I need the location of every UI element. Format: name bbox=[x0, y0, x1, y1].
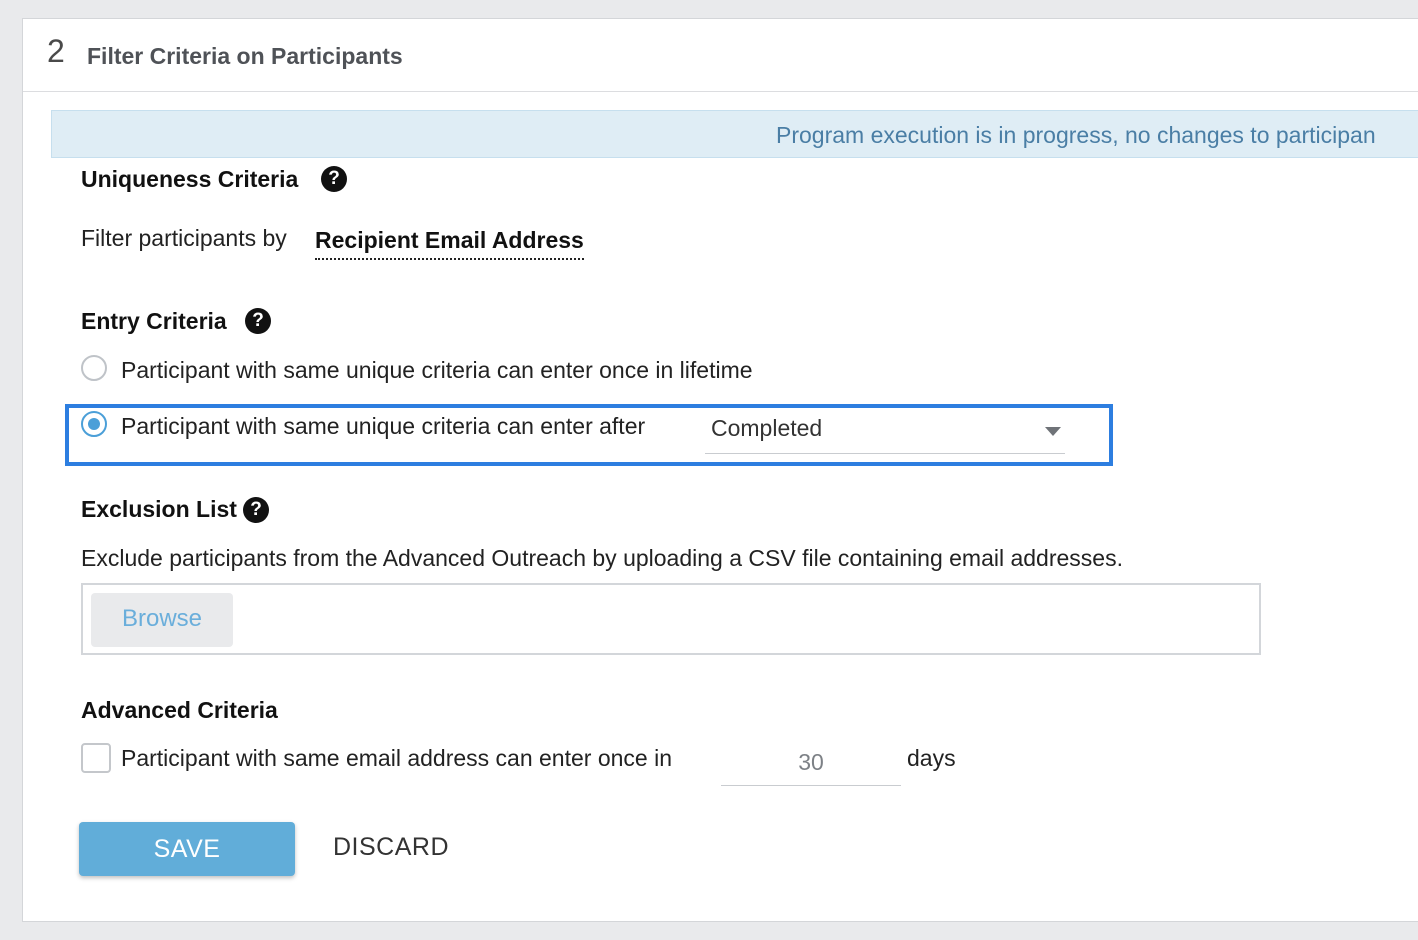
caret-down-icon bbox=[1045, 427, 1061, 436]
entry-after-select-value: Completed bbox=[711, 415, 823, 441]
uniqueness-criteria-title: Uniqueness Criteria bbox=[81, 166, 299, 192]
exclusion-description: Exclude participants from the Advanced O… bbox=[81, 545, 1123, 571]
status-banner: Program execution is in progress, no cha… bbox=[51, 110, 1418, 158]
uniqueness-help-icon[interactable]: ? bbox=[321, 166, 347, 192]
panel-header: 2 Filter Criteria on Participants bbox=[23, 19, 1418, 92]
browse-button[interactable]: Browse bbox=[91, 593, 233, 647]
exclusion-list-title: Exclusion List bbox=[81, 496, 237, 522]
save-button[interactable]: SAVE bbox=[79, 822, 295, 876]
filter-participants-label: Filter participants by bbox=[81, 225, 287, 251]
step-number: 2 bbox=[47, 33, 65, 69]
discard-button[interactable]: DISCARD bbox=[333, 833, 449, 862]
days-input[interactable] bbox=[721, 739, 901, 786]
advanced-criteria-checkbox[interactable] bbox=[81, 743, 111, 773]
advanced-criteria-title: Advanced Criteria bbox=[81, 697, 278, 723]
entry-criteria-title: Entry Criteria bbox=[81, 308, 227, 334]
csv-upload-field[interactable]: Browse bbox=[81, 583, 1261, 655]
exclusion-help-icon[interactable]: ? bbox=[243, 497, 269, 523]
banner-message: Program execution is in progress, no cha… bbox=[776, 122, 1376, 148]
filter-criteria-panel: 2 Filter Criteria on Participants Progra… bbox=[22, 18, 1418, 922]
entry-after-radio[interactable] bbox=[81, 411, 107, 437]
panel-title: Filter Criteria on Participants bbox=[87, 43, 403, 69]
entry-after-label[interactable]: Participant with same unique criteria ca… bbox=[121, 413, 645, 440]
entry-once-label[interactable]: Participant with same unique criteria ca… bbox=[121, 357, 753, 384]
days-unit-label: days bbox=[907, 745, 956, 771]
entry-once-radio[interactable] bbox=[81, 355, 107, 381]
entry-help-icon[interactable]: ? bbox=[245, 308, 271, 334]
filter-value-dropdown[interactable]: Recipient Email Address bbox=[315, 227, 584, 260]
advanced-criteria-label[interactable]: Participant with same email address can … bbox=[121, 745, 672, 772]
entry-after-select[interactable]: Completed bbox=[705, 411, 1065, 454]
